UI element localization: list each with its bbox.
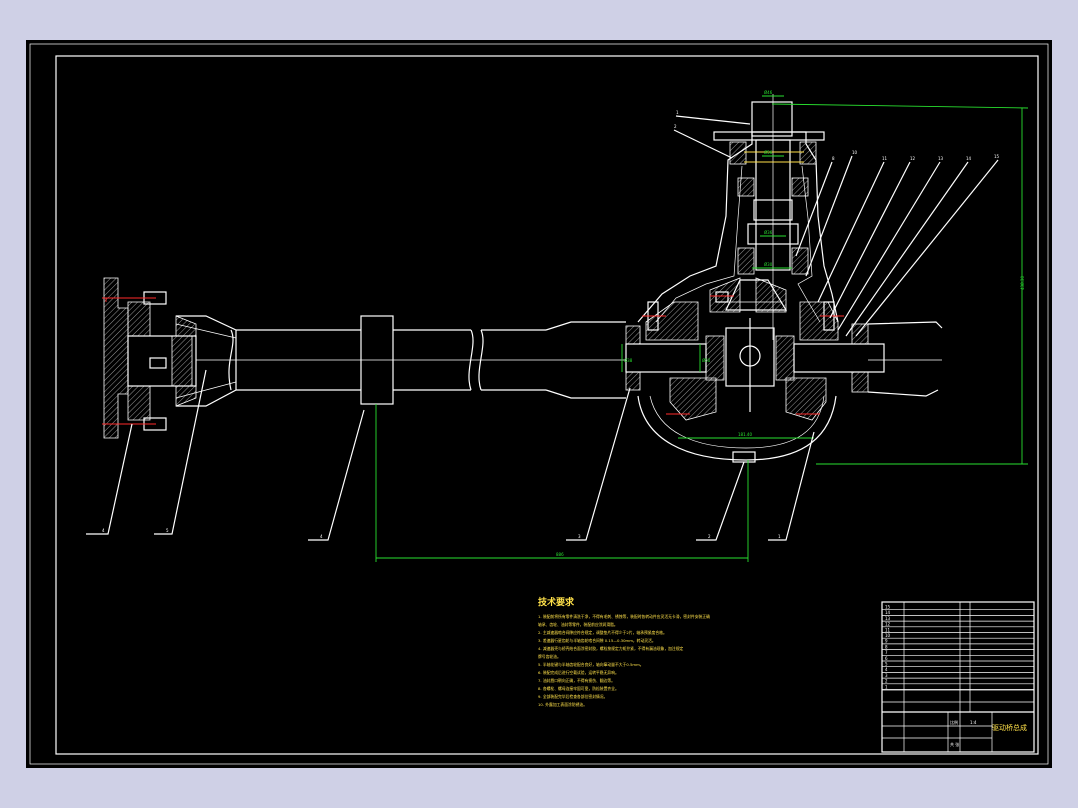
note-line: 1. 装配前将所有零件清洗干净，不得有毛刺、锈蚀等，装配时各转动件应灵活无卡滞，… [538,614,710,619]
parts-row-number: 7 [885,650,888,655]
balloon-2: 2 [674,124,677,129]
parts-row-number: 4 [885,667,888,672]
balloon-11: 11 [882,156,888,161]
parts-row-number: 1 [885,684,888,689]
scale-value: 1:4 [970,720,977,725]
dim-center-width: 181.40 [738,432,752,437]
dim-dia-1: Ø38 [624,358,633,363]
parts-row-number: 10 [885,633,891,638]
note-line: 牌号齿轮油。 [538,654,561,659]
dimension-lines: 886 438.30 181.40 Ø38 Ø50 Ø46 Ø36 Ø30 Ø5… [375,90,1029,562]
balloon-b3: 4 [320,534,323,539]
dim-dia-3: Ø46 [764,90,773,95]
parts-row-number: 9 [885,639,888,644]
note-line: 8. 各螺栓、螺母连接牢固可靠，防松装置齐全。 [538,686,619,691]
note-line: 3. 差速器行星齿轮与半轴齿轮啮合间隙 0.15—0.30mm，转动灵活。 [538,638,656,643]
parts-row-number: 13 [885,616,891,621]
parts-row-number: 6 [885,656,888,661]
parts-row-number: 15 [885,605,891,610]
parts-row-number: 12 [885,622,891,627]
balloon-1: 1 [676,110,679,115]
parts-row-number: 5 [885,662,888,667]
note-line: 7. 油封唇口朝向正确，不得有损伤、翻边等。 [538,678,615,683]
parts-row-number: 8 [885,644,888,649]
sheet-label: 共 张 [950,741,959,747]
right-axle-tube [867,321,943,397]
dim-dia-5: Ø30 [764,262,773,267]
note-line: 10. 外露加工表面涂防锈油。 [538,702,587,707]
dim-dia-2: Ø50 [702,358,711,363]
note-line: 2. 主减速器啮合间隙应符合规定，调整垫片不得少于2片，轴承预紧度合格。 [538,630,667,635]
parts-row-number: 11 [885,627,891,632]
dim-dia-6: Ø56 [764,150,773,155]
scale-label: 比例 [950,719,958,725]
assembly-drawing: 886 438.30 181.40 Ø38 Ø50 Ø46 Ø36 Ø30 Ø5… [29,43,1049,765]
balloon-b6: 1 [778,534,781,539]
balloon-b5: 2 [708,534,711,539]
balloon-8: 8 [832,156,835,161]
balloon-b4: 3 [578,534,581,539]
parts-row-number: 14 [885,610,891,615]
drawing-title: 驱动桥总成 [992,723,1027,732]
differential-housing [625,131,885,463]
title-block: 151413121110987654321 驱动桥总成 比例 1:4 共 张 [881,601,1035,753]
cad-viewport[interactable]: 886 438.30 181.40 Ø38 Ø50 Ø46 Ø36 Ø30 Ø5… [26,40,1052,768]
dim-dia-4: Ø36 [764,230,773,235]
dim-horizontal: 886 [556,552,564,557]
balloon-b2: 5 [166,528,169,533]
technical-notes: 技术要求 1. 装配前将所有零件清洗干净，不得有毛刺、锈蚀等，装配时各转动件应灵… [538,596,710,707]
balloon-13: 13 [938,156,944,161]
note-line: 4. 减速器壳与桥壳结合面涂密封胶，螺栓按规定力矩拧紧，不得有漏油现象，加注规定 [538,646,684,651]
axle-housing-tube [196,315,626,405]
parts-row-number: 2 [885,679,888,684]
notes-title: 技术要求 [538,596,575,608]
wheel-hub [102,277,237,439]
note-line: 轴承、齿轮、油封等零件，装配前应涂润滑脂。 [538,622,618,627]
note-line: 6. 装配完成后进行空载试验，运转平稳无异响。 [538,670,619,675]
balloon-14: 14 [966,156,972,161]
balloon-15: 15 [994,154,1000,159]
balloon-b1: 4 [102,528,105,533]
note-line: 9. 全部装配完毕后检查各部位密封情况。 [538,694,607,699]
note-line: 5. 半轴花键与半轴齿轮配合良好，轴向窜动量不大于0.5mm。 [538,662,644,667]
parts-list: 151413121110987654321 [882,605,1034,690]
dim-vertical: 438.30 [1020,276,1025,290]
balloon-10: 10 [852,150,858,155]
parts-row-number: 3 [885,673,888,678]
balloon-12: 12 [910,156,916,161]
